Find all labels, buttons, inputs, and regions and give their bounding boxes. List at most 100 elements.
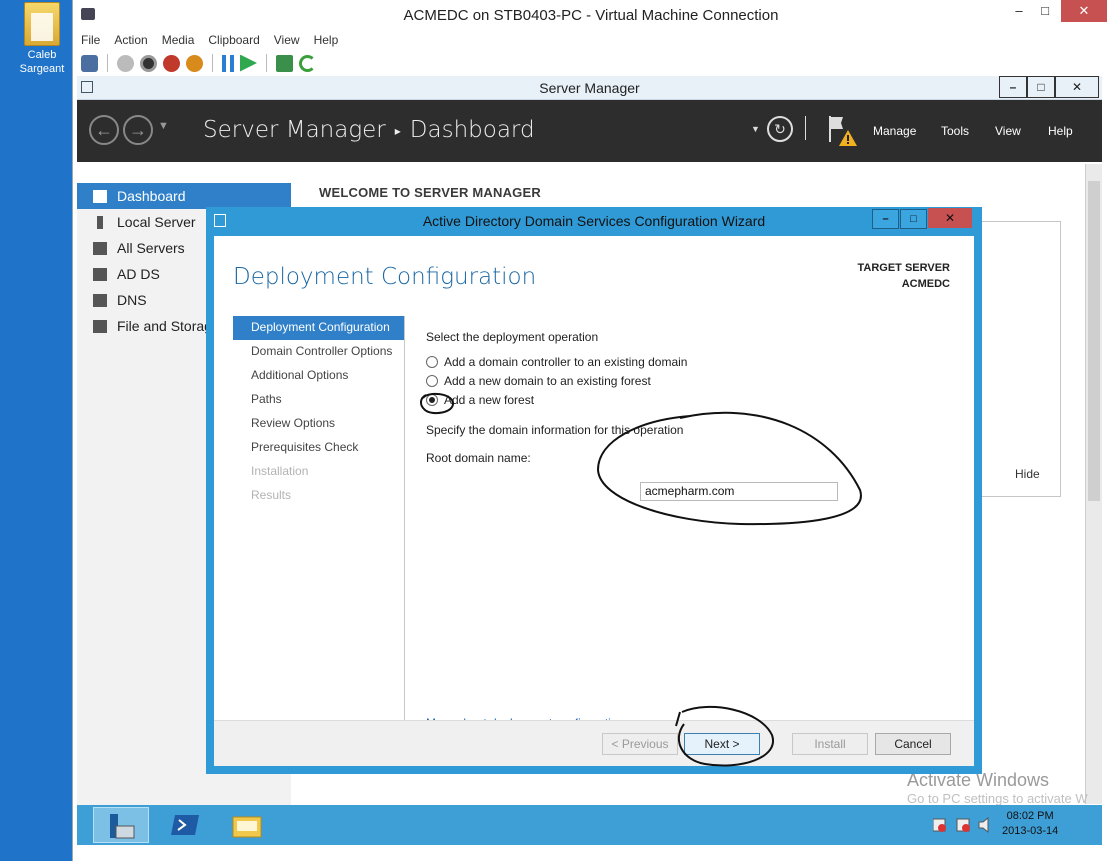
dns-icon: [93, 293, 107, 307]
toolbar-separator: [266, 54, 267, 72]
target-server-label: TARGET SERVER: [857, 262, 951, 274]
cancel-button[interactable]: Cancel: [875, 733, 951, 755]
radio-add-dc[interactable]: [426, 355, 438, 368]
ad-ds-icon: [93, 267, 107, 281]
clock-time: 08:02 PM: [1006, 810, 1054, 822]
refresh-icon[interactable]: ↻: [767, 116, 793, 142]
nav-label: All Servers: [117, 240, 185, 256]
option-label: Add a new forest: [444, 392, 535, 407]
breadcrumb-page: Dashboard: [409, 117, 535, 143]
step-additional-options[interactable]: Additional Options: [233, 364, 404, 388]
nav-label: Local Server: [117, 214, 196, 230]
resume-icon[interactable]: [240, 54, 257, 72]
hide-link[interactable]: Hide: [1015, 467, 1040, 481]
radio-add-forest[interactable]: [426, 393, 438, 406]
checkpoint-icon[interactable]: [276, 54, 293, 72]
clock-date: 2013-03-14: [1002, 825, 1059, 837]
save-state-icon[interactable]: [186, 54, 203, 72]
menu-view[interactable]: View: [274, 33, 300, 47]
steps-divider: [404, 316, 405, 720]
desktop-icon-label-2: Sargeant: [19, 63, 65, 75]
start-icon[interactable]: [117, 54, 134, 72]
ctrl-alt-del-icon[interactable]: [81, 54, 98, 72]
step-paths[interactable]: Paths: [233, 388, 404, 412]
step-results: Results: [251, 488, 292, 502]
welcome-heading: WELCOME TO SERVER MANAGER: [319, 185, 541, 200]
refresh-dropdown-icon[interactable]: ▼: [751, 124, 760, 134]
menu-manage[interactable]: Manage: [873, 124, 916, 138]
turn-off-icon[interactable]: [140, 54, 157, 72]
watermark-line-2: Go to PC settings to activate W: [907, 791, 1088, 806]
revert-icon[interactable]: [299, 54, 316, 72]
server-icon: [97, 215, 103, 229]
menu-clipboard[interactable]: Clipboard: [208, 33, 259, 47]
shutdown-icon[interactable]: [163, 54, 180, 72]
nav-label: DNS: [117, 292, 147, 308]
pause-icon[interactable]: [222, 54, 234, 72]
wizard-minimize-button[interactable]: –: [872, 209, 899, 229]
nav-label: AD DS: [117, 266, 160, 282]
menu-media[interactable]: Media: [162, 33, 195, 47]
scrollbar-thumb[interactable]: [1088, 181, 1100, 501]
breadcrumb-separator-icon: ▸: [394, 123, 401, 138]
menu-file[interactable]: File: [81, 33, 100, 47]
toolbar-separator: [212, 54, 213, 72]
step-prerequisites-check[interactable]: Prerequisites Check: [233, 436, 404, 460]
taskbar-file-explorer[interactable]: [219, 807, 275, 843]
sm-restore-button[interactable]: □: [1027, 76, 1055, 98]
sm-close-button[interactable]: ✕: [1055, 76, 1099, 98]
activation-watermark: Activate Windows Go to PC settings to ac…: [907, 770, 1088, 806]
wizard-title: Active Directory Domain Services Configu…: [422, 213, 766, 229]
root-domain-label: Root domain name:: [426, 451, 531, 465]
menu-view[interactable]: View: [995, 124, 1021, 138]
vm-minimize-button[interactable]: –: [1007, 0, 1031, 22]
vm-title-bar: ACMEDC on STB0403-PC - Virtual Machine C…: [73, 0, 1109, 30]
folder-icon: [24, 2, 60, 46]
taskbar-server-manager[interactable]: [93, 807, 149, 843]
back-icon[interactable]: ←: [89, 115, 119, 145]
step-deployment-configuration[interactable]: Deployment Configuration: [233, 316, 404, 340]
target-server: TARGET SERVER ACMEDC: [858, 260, 951, 292]
sm-title-bar: Server Manager – □ ✕: [77, 76, 1102, 100]
target-server-value: ACMEDC: [901, 278, 950, 290]
option-label: Add a new domain to an existing forest: [444, 373, 651, 388]
radio-add-domain[interactable]: [426, 374, 438, 387]
step-dc-options[interactable]: Domain Controller Options: [233, 340, 404, 364]
step-installation: Installation: [251, 464, 309, 478]
system-clock[interactable]: 08:02 PM 2013-03-14: [1002, 809, 1058, 839]
wizard-steps: Deployment Configuration Domain Controll…: [233, 316, 404, 508]
install-button[interactable]: Install: [792, 733, 868, 755]
menu-tools[interactable]: Tools: [941, 124, 969, 138]
forward-icon[interactable]: →: [123, 115, 153, 145]
menu-help[interactable]: Help: [1048, 124, 1073, 138]
sm-scrollbar[interactable]: [1085, 164, 1102, 804]
previous-button[interactable]: < Previous: [602, 733, 678, 755]
breadcrumb-app[interactable]: Server Manager: [203, 117, 386, 143]
nav-dashboard[interactable]: Dashboard: [77, 183, 291, 209]
step-review-options[interactable]: Review Options: [233, 412, 404, 436]
history-dropdown-icon[interactable]: ▼: [158, 120, 169, 132]
menu-action[interactable]: Action: [114, 33, 147, 47]
option-add-domain[interactable]: Add a new domain to an existing forest: [426, 371, 946, 390]
server-manager-icon: [110, 814, 135, 839]
root-domain-input[interactable]: acmepharm.com: [640, 482, 838, 501]
specify-domain-label: Specify the domain information for this …: [426, 423, 684, 437]
wizard-maximize-button[interactable]: □: [900, 209, 927, 229]
vm-toolbar: [73, 50, 1109, 76]
option-add-forest[interactable]: Add a new forest: [426, 390, 946, 409]
taskbar-powershell[interactable]: [157, 807, 213, 843]
next-button[interactable]: Next >: [684, 733, 760, 755]
sm-minimize-button[interactable]: –: [999, 76, 1027, 98]
wizard-heading: Deployment Configuration: [233, 264, 537, 290]
menu-help[interactable]: Help: [314, 33, 339, 47]
vm-menu-bar: File Action Media Clipboard View Help: [73, 30, 1109, 50]
option-add-dc[interactable]: Add a domain controller to an existing d…: [426, 352, 946, 371]
wizard-close-button[interactable]: ✕: [928, 208, 972, 228]
adds-config-wizard: Active Directory Domain Services Configu…: [206, 207, 982, 774]
vm-maximize-button[interactable]: □: [1033, 0, 1057, 22]
notifications-flag-icon[interactable]: [827, 114, 857, 148]
storage-icon: [93, 319, 107, 333]
desktop-folder-shortcut[interactable]: Caleb Sargeant: [14, 2, 70, 76]
vm-close-button[interactable]: ✕: [1061, 0, 1107, 22]
desktop-icon-label-1: Caleb: [27, 49, 57, 61]
